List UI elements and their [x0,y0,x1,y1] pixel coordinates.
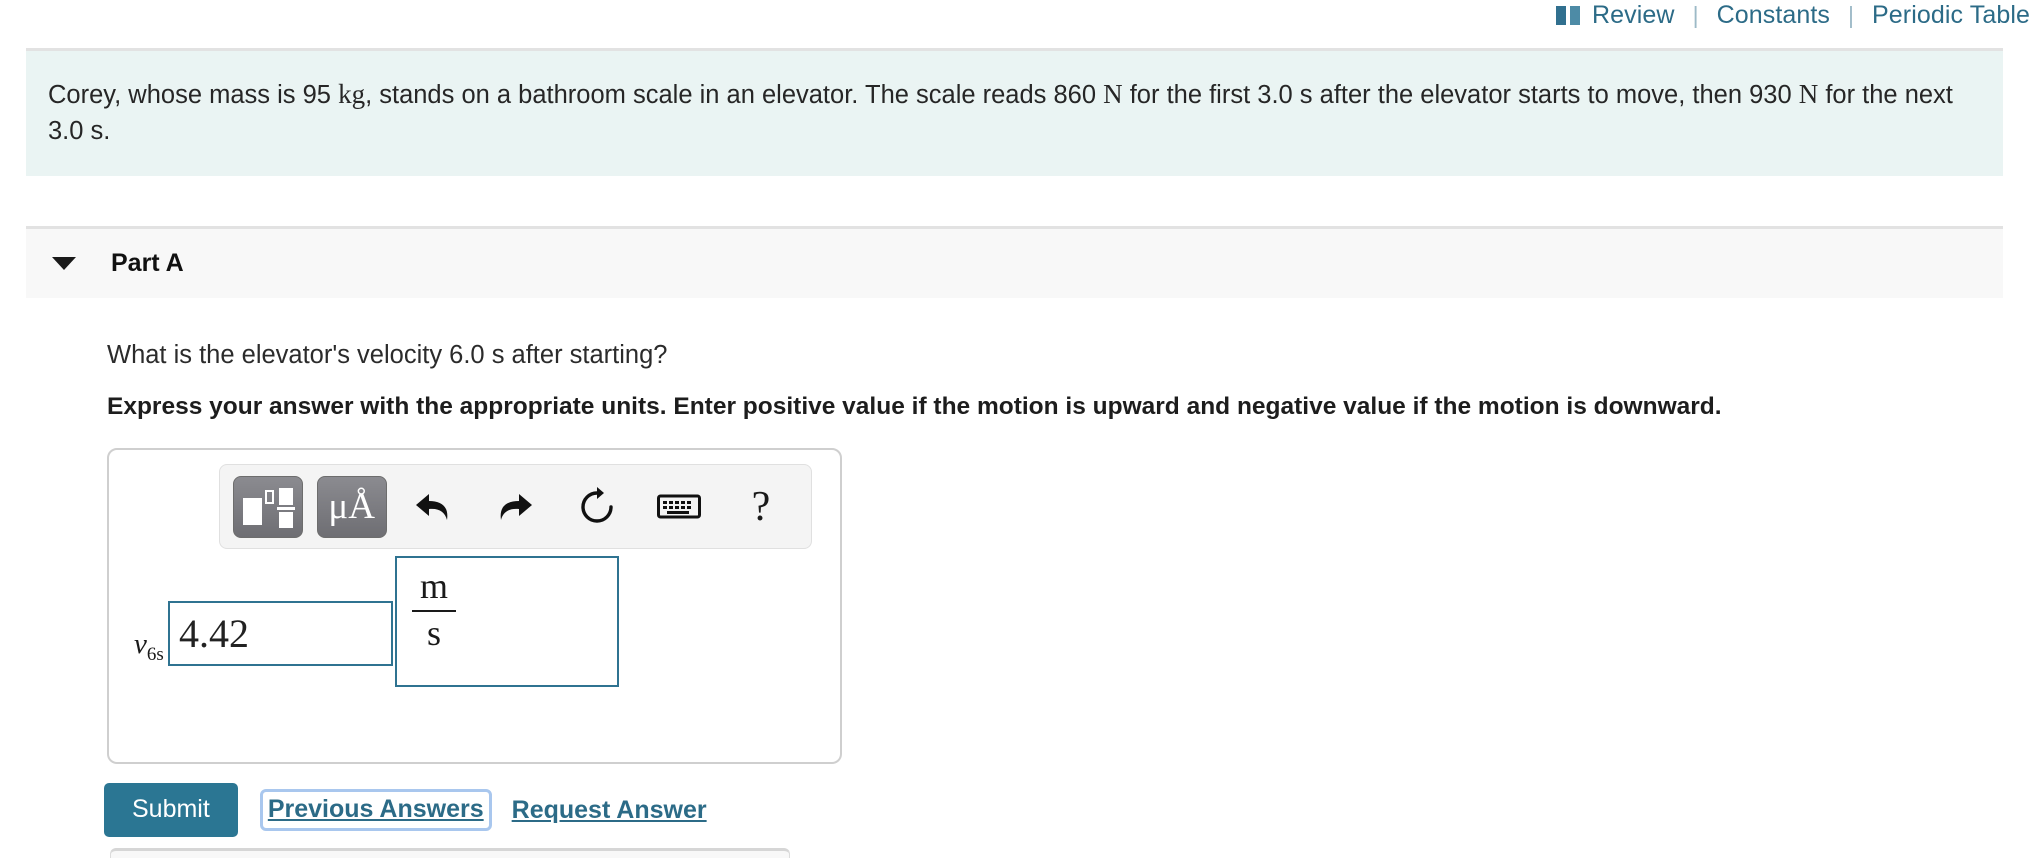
question-text: What is the elevator's velocity 6.0 s af… [107,341,668,369]
question-mark-icon: ? [751,483,771,530]
problem-text-segment-2: , stands on a bathroom scale in an eleva… [365,81,1104,109]
previous-answers-link[interactable]: Previous Answers [268,795,484,823]
answer-panel: μÅ ? v6s 4.42 m s [107,448,842,764]
units-button[interactable]: μÅ [316,475,387,538]
problem-text-segment-1: Corey, whose mass is 95 [48,81,339,109]
keyboard-icon [656,494,701,518]
book-icon [1556,5,1580,25]
answer-value-input[interactable] [168,601,393,666]
part-a-header[interactable]: Part A [26,226,2003,298]
answer-unit-input[interactable]: m s [395,556,619,687]
unit-newton-2: N [1798,79,1819,109]
constants-link[interactable]: Constants [1717,1,1830,30]
math-template-button[interactable] [233,475,303,538]
periodic-table-link[interactable]: Periodic Table [1872,1,2030,30]
math-editor-toolbar: μÅ ? [219,464,812,549]
problem-text-segment-3: for the first 3.0 s after the elevator s… [1122,81,1799,109]
unit-kilogram: kg [338,79,366,109]
next-section-partial [110,848,790,858]
variable-subscript: 6s [146,643,164,665]
answer-instructions: Express your answer with the appropriate… [107,393,1722,420]
redo-button[interactable] [483,476,547,538]
redo-arrow-icon [500,493,532,520]
unit-denominator: s [426,612,441,653]
caret-down-icon[interactable] [52,257,76,270]
mu-angstrom-icon: μÅ [328,486,375,527]
undo-button[interactable] [401,476,465,538]
math-template-icon [242,487,295,528]
problem-statement-box: Corey, whose mass is 95 kg, stands on a … [26,48,2003,176]
unit-fraction: m s [412,566,456,653]
unit-numerator: m [419,566,448,606]
fraction-bar [412,609,456,612]
unit-newton-1: N [1103,79,1123,109]
keyboard-button[interactable] [647,476,711,538]
utility-separator-1: | [1692,1,1699,28]
answer-actions: Submit Previous Answers Request Answer [104,783,707,837]
utility-separator-2: | [1848,1,1855,28]
review-link-label: Review [1592,0,1675,29]
utility-links: Review | Constants | Periodic Table [1556,1,2030,30]
help-button[interactable]: ? [729,476,793,538]
variable-symbol: v [134,628,147,660]
review-link[interactable]: Review [1556,1,1675,30]
previous-answers-focus-ring: Previous Answers [259,789,492,831]
part-a-title: Part A [111,249,184,277]
undo-arrow-icon [415,493,447,520]
problem-statement-text: Corey, whose mass is 95 kg, stands on a … [48,75,1981,150]
answer-entry-row: v6s= m s [109,556,844,760]
utility-bar: Review | Constants | Periodic Table [0,0,2032,30]
reset-button[interactable] [565,476,629,538]
submit-button[interactable]: Submit [104,783,238,837]
refresh-circle-icon [581,486,613,523]
request-answer-link[interactable]: Request Answer [512,796,707,825]
